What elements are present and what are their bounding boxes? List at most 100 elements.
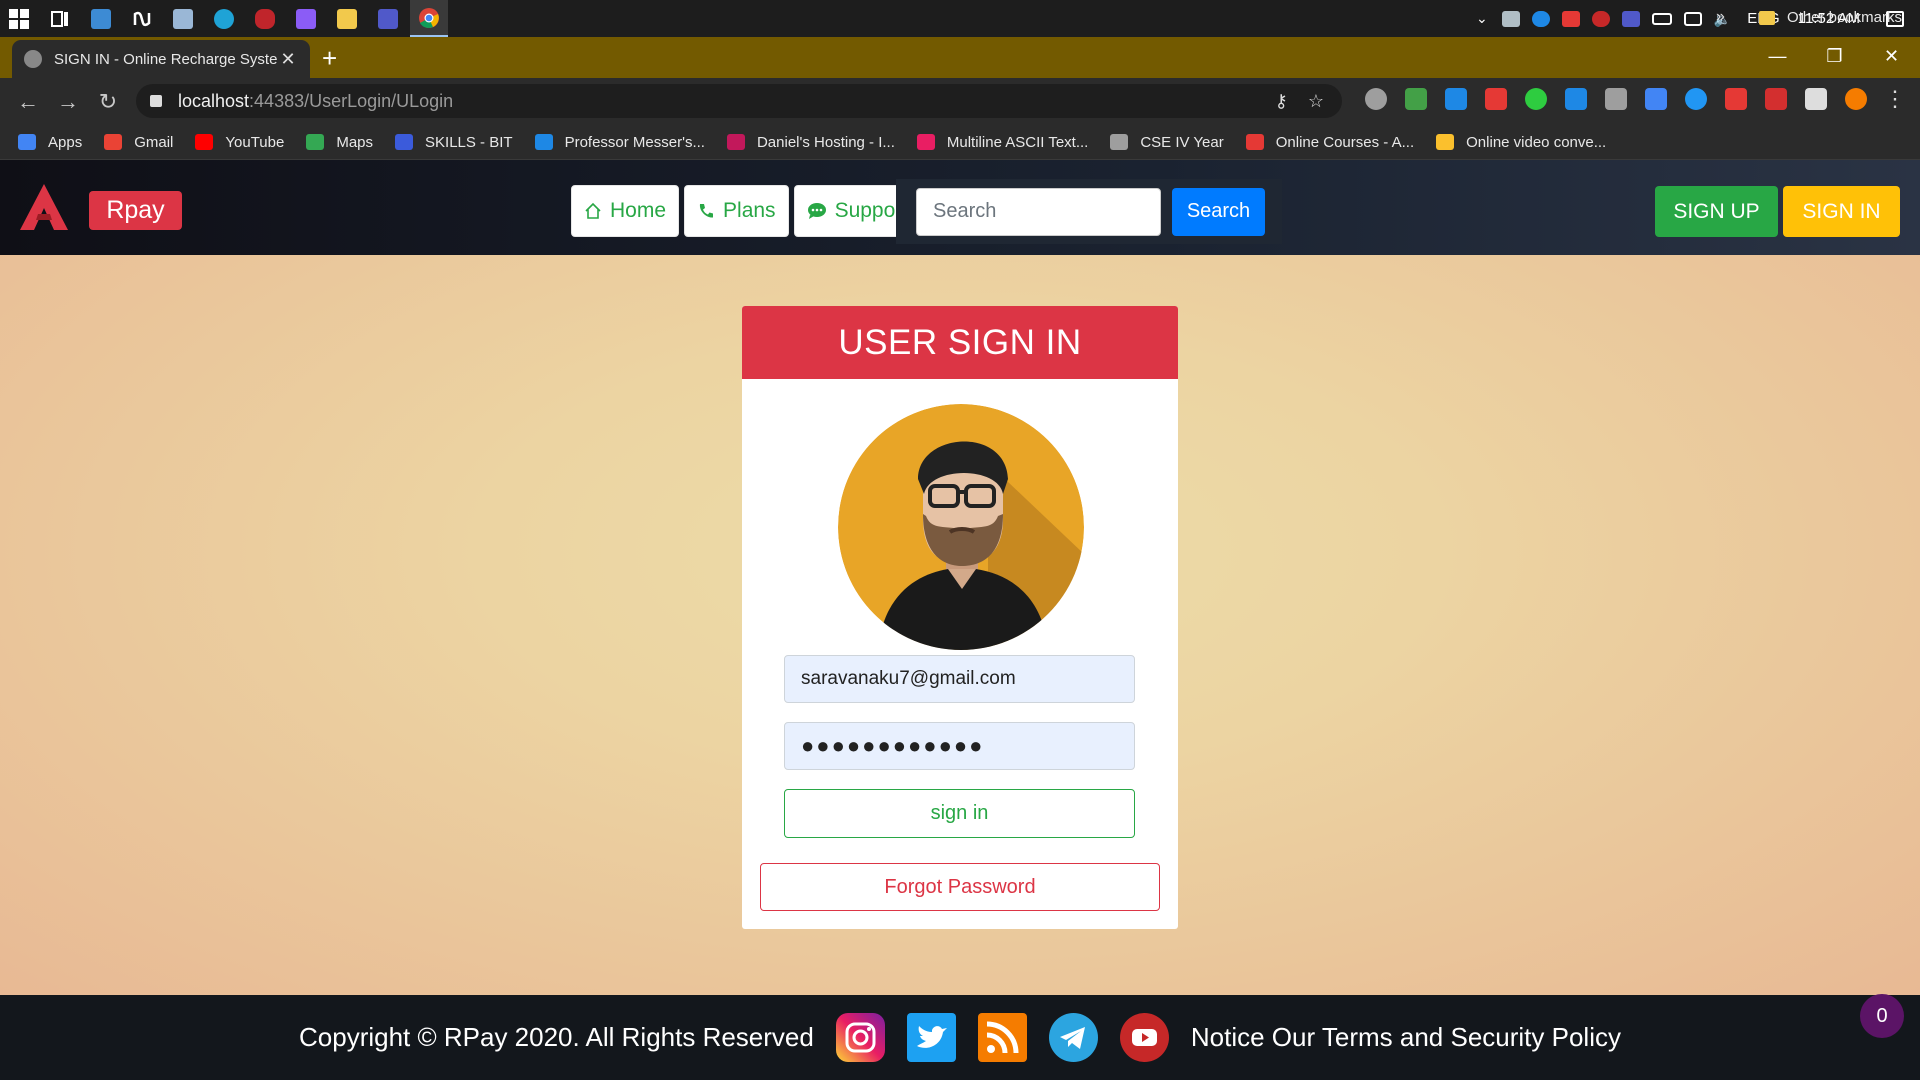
url-path: :44383/UserLogin/ULogin <box>249 90 454 111</box>
bookmark-favicon-icon <box>1110 134 1129 150</box>
terms-notice-link[interactable]: Notice Our Terms and Security Policy <box>1191 1022 1621 1053</box>
search-button[interactable]: Search <box>1172 187 1265 236</box>
task-view-icon[interactable] <box>41 0 79 37</box>
bookmark-item[interactable]: Gmail <box>104 134 173 151</box>
notification-badge[interactable]: 0 <box>1860 994 1904 1038</box>
address-bar[interactable]: localhost:44383/UserLogin/ULogin ⚷ ☆ <box>136 84 1342 118</box>
extension-icon[interactable] <box>1445 88 1467 110</box>
rss-icon[interactable] <box>977 1013 1027 1062</box>
bookmark-item[interactable]: Online video conve... <box>1436 134 1606 151</box>
kebab-menu-icon[interactable]: ⋮ <box>1884 86 1906 112</box>
main-nav: Home Plans Support <box>571 185 922 237</box>
extension-icon[interactable] <box>1525 88 1547 110</box>
lock-icon[interactable] <box>150 95 162 107</box>
bookmark-item[interactable]: Online Courses - A... <box>1245 134 1414 151</box>
youtube-icon[interactable] <box>1119 1013 1169 1062</box>
teams-app-icon[interactable] <box>369 0 407 37</box>
close-window-icon[interactable]: ✕ <box>1863 37 1920 75</box>
puzzle-icon[interactable] <box>1805 88 1827 110</box>
phone-icon <box>699 204 714 218</box>
restore-icon[interactable]: ❐ <box>1806 37 1863 75</box>
bookmark-label: SKILLS - BIT <box>425 133 513 151</box>
extension-icon[interactable] <box>1725 88 1747 110</box>
tray-app-icon[interactable] <box>1501 10 1520 27</box>
other-bookmarks[interactable]: Other bookmarks <box>1758 9 1902 26</box>
reload-icon[interactable]: ↻ <box>88 82 128 122</box>
sign-in-card: USER SIGN IN saravanaku7@gmail.com ●●●●●… <box>742 306 1178 929</box>
tray-red-app-icon[interactable] <box>1561 10 1580 27</box>
battery-icon[interactable] <box>1651 12 1672 25</box>
site-navbar: Rpay Home Plans Support Search Search SI… <box>0 160 1920 255</box>
bookmark-favicon-icon <box>395 134 414 150</box>
extension-icon[interactable] <box>1685 88 1707 110</box>
extension-icon[interactable] <box>1405 88 1427 110</box>
sign-in-submit-button[interactable]: sign in <box>784 789 1135 838</box>
red-app-icon[interactable] <box>246 0 284 37</box>
forgot-password-button[interactable]: Forgot Password <box>760 863 1160 911</box>
file-explorer-icon[interactable] <box>328 0 366 37</box>
bookmark-item[interactable]: Multiline ASCII Text... <box>916 133 1089 151</box>
bookmark-star-icon[interactable]: ☆ <box>1308 91 1324 112</box>
bookmark-favicon-icon <box>18 134 36 150</box>
extension-icon[interactable] <box>1765 88 1787 110</box>
home-icon <box>585 202 601 219</box>
bookmark-item[interactable]: SKILLS - BIT <box>395 134 513 151</box>
bookmark-item[interactable]: Daniel's Hosting - I... <box>726 134 895 151</box>
network-icon[interactable] <box>1683 11 1702 26</box>
bookmarks-overflow-icon[interactable]: » <box>1716 8 1725 26</box>
extension-icon[interactable] <box>1365 88 1387 110</box>
bookmark-label: Gmail <box>134 133 174 151</box>
instagram-icon[interactable] <box>835 1013 885 1062</box>
bookmark-item[interactable]: Professor Messer's... <box>534 133 705 151</box>
onedrive-icon[interactable] <box>1531 10 1550 27</box>
sign-in-nav-button[interactable]: SIGN IN <box>1783 186 1900 237</box>
notion-app-icon[interactable] <box>123 0 161 37</box>
photos-app-icon[interactable] <box>164 0 202 37</box>
twitter-icon[interactable] <box>906 1013 956 1062</box>
bookmark-label: Professor Messer's... <box>564 133 705 151</box>
telegram-icon[interactable] <box>1048 1013 1098 1062</box>
visual-studio-icon[interactable] <box>287 0 325 37</box>
windows-taskbar: ⌄ 🔈 ENG 11:52 AM <box>0 0 1920 37</box>
windows-start-icon[interactable] <box>0 0 38 37</box>
bookmark-favicon-icon <box>726 134 745 150</box>
other-bookmarks-label: Other bookmarks <box>1786 9 1902 26</box>
chrome-app-icon[interactable] <box>410 0 448 37</box>
tray-car-icon[interactable] <box>1591 10 1610 27</box>
bookmark-label: Multiline ASCII Text... <box>946 133 1089 151</box>
browser-tab[interactable]: SIGN IN - Online Recharge System ✕ <box>12 40 310 78</box>
extension-icon[interactable] <box>1485 88 1507 110</box>
bookmark-favicon-icon <box>1436 134 1455 150</box>
brand-name[interactable]: Rpay <box>89 191 182 230</box>
card-title: USER SIGN IN <box>742 306 1178 379</box>
sign-up-button[interactable]: SIGN UP <box>1655 186 1778 237</box>
bookmark-item[interactable]: Maps <box>306 134 373 151</box>
tray-teams-icon[interactable] <box>1621 10 1640 27</box>
url-host: localhost <box>178 90 250 111</box>
close-tab-icon[interactable]: ✕ <box>278 49 298 70</box>
edge-browser-icon[interactable] <box>205 0 243 37</box>
extension-icon[interactable] <box>1645 88 1667 110</box>
bookmark-item[interactable]: YouTube <box>195 134 284 151</box>
terminal-app-icon[interactable] <box>82 0 120 37</box>
search-input[interactable]: Search <box>916 187 1161 236</box>
bookmark-item[interactable]: CSE IV Year <box>1110 134 1224 151</box>
nav-home-label: Home <box>610 199 667 222</box>
new-tab-icon[interactable]: + <box>322 45 337 71</box>
back-icon[interactable]: ← <box>8 82 48 122</box>
extension-icon[interactable] <box>1565 88 1587 110</box>
minimize-icon[interactable]: — <box>1749 37 1806 75</box>
profile-avatar[interactable] <box>1845 88 1867 110</box>
forward-icon[interactable]: → <box>48 82 88 122</box>
nav-plans[interactable]: Plans <box>684 185 789 237</box>
password-field[interactable]: ●●●●●●●●●●●● <box>784 722 1135 770</box>
chat-icon <box>807 203 826 219</box>
key-icon[interactable]: ⚷ <box>1275 91 1288 112</box>
chevron-up-icon[interactable]: ⌄ <box>1476 10 1488 27</box>
nav-home[interactable]: Home <box>571 185 680 237</box>
bookmark-item[interactable]: Apps <box>18 134 82 151</box>
extension-icon[interactable] <box>1605 88 1627 110</box>
footer: Copyright © RPay 2020. All Rights Reserv… <box>0 995 1920 1080</box>
email-field[interactable]: saravanaku7@gmail.com <box>784 655 1135 703</box>
brand-logo-icon[interactable] <box>20 184 68 230</box>
